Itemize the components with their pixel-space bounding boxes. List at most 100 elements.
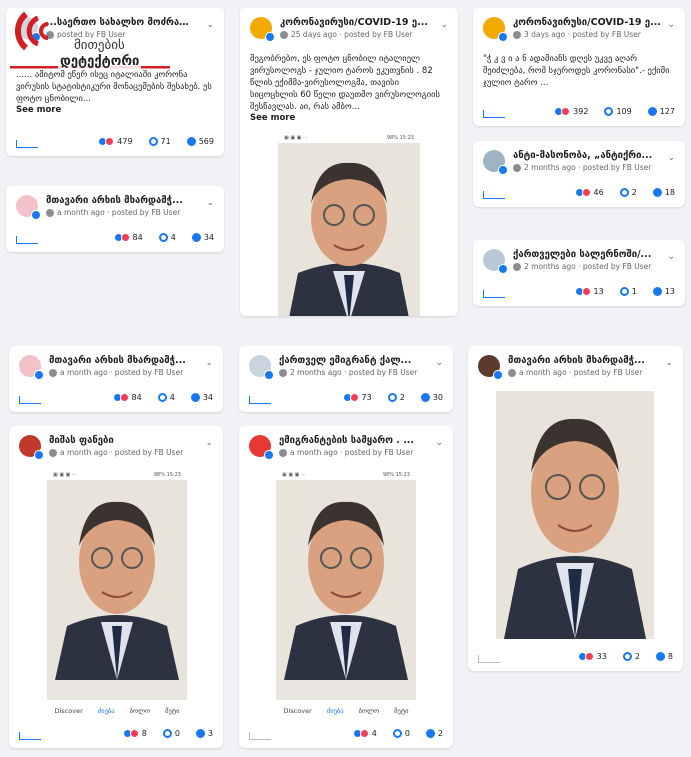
chevron-down-icon[interactable]: ⌄ [435, 358, 443, 368]
reactions-icon [577, 651, 594, 661]
post-photo[interactable] [496, 391, 654, 639]
share-icon [652, 286, 662, 296]
post-text: "ჭ კ ვ ი ა ნ ადამიანს დღეს უკვე აღარ შეი… [483, 54, 670, 88]
chevron-down-icon[interactable]: ⌄ [665, 358, 673, 368]
post-title[interactable]: მთავარი არხის მხარდამჭ... [49, 355, 199, 366]
comments-count: 4 [170, 232, 176, 242]
globe-icon [508, 368, 516, 377]
chevron-down-icon[interactable]: ⌄ [206, 198, 214, 208]
post-title[interactable]: მიშას ფანები [49, 435, 199, 446]
post-text: მეგობრებო, ეს ფოტო ცნობილ იტალიელ ვირუსო… [250, 54, 440, 112]
post-card[interactable]: მთავარი არხის მხარდამჭ... a month ago · … [468, 346, 683, 671]
logo-line-1: მითების [72, 38, 127, 53]
chevron-down-icon[interactable]: ⌄ [667, 153, 675, 163]
shares-count: 13 [664, 286, 675, 296]
post-card[interactable]: მიშას ფანები a month ago · posted by FB … [9, 426, 223, 748]
page-avatar[interactable] [483, 249, 508, 274]
page-avatar[interactable] [19, 355, 44, 380]
page-avatar[interactable] [249, 355, 274, 380]
phone-nav-discover: Discover [283, 707, 312, 715]
share-icon [191, 232, 201, 242]
post-stats: 33 2 8 [468, 647, 683, 665]
post-header: მიშას ფანები a month ago · posted by FB … [9, 426, 223, 461]
post-header: მთავარი არხის მხარდამჭ... a month ago · … [468, 346, 683, 381]
phone-status-bar: ▣ ▣ ▣ ··· 98% 15:23 [47, 470, 187, 480]
post-title[interactable]: ქართველები სალერნოში/... [513, 249, 663, 260]
chevron-down-icon[interactable]: ⌄ [440, 20, 448, 30]
post-card[interactable]: მთავარი არხის მხარდამჭ... a month ago · … [9, 346, 223, 412]
post-meta: a month ago · posted by FB User [508, 368, 673, 377]
globe-icon [513, 262, 521, 271]
share-icon [186, 136, 196, 146]
page-avatar[interactable] [483, 150, 508, 175]
post-card[interactable]: კორონავირუსი/COVID-19 ე... 25 days ago ·… [240, 8, 458, 316]
post-stats: 479 71 569 [6, 132, 224, 150]
see-more-link[interactable]: See more [6, 105, 224, 115]
globe-icon [280, 30, 288, 39]
facebook-icon [264, 370, 274, 380]
post-title[interactable]: კორონავირუსი/COVID-19 ე... [513, 17, 663, 28]
comment-icon [619, 187, 629, 197]
shares-count: 18 [664, 187, 675, 197]
post-photo[interactable]: ▣ ▣ ▣ ··· 98% 15:23 Discover ძიება ბოლო მ… [276, 470, 416, 722]
facebook-icon [31, 210, 41, 220]
post-title[interactable]: ქართველ ემიგრანტ ქალ... [279, 355, 429, 366]
chevron-down-icon[interactable]: ⌄ [206, 20, 214, 30]
post-card[interactable]: ემიგრანტების სამყარო . ... a month ago ·… [239, 426, 453, 748]
reactions-icon [554, 106, 571, 116]
post-title[interactable]: ემიგრანტების სამყარო . ... [279, 435, 429, 446]
reactions-icon [342, 392, 359, 402]
post-header: ქართველ ემიგრანტ ქალ... 2 months ago · p… [239, 346, 453, 381]
comment-icon [162, 728, 172, 738]
globe-icon [513, 163, 521, 172]
comment-icon [158, 232, 168, 242]
see-more-link[interactable]: See more [240, 113, 458, 123]
post-header: კორონავირუსი/COVID-19 ე... 25 days ago ·… [240, 8, 458, 43]
reactions-count: 84 [132, 232, 143, 242]
comments-count: 71 [160, 136, 171, 146]
facebook-icon [265, 32, 275, 42]
page-avatar[interactable] [250, 17, 275, 42]
post-card[interactable]: მთავარი არხის მხარდამჭ... a month ago · … [6, 186, 224, 252]
share-icon [655, 651, 665, 661]
post-card[interactable]: ქართველ ემიგრანტ ქალ... 2 months ago · p… [239, 346, 453, 412]
post-meta: a month ago · posted by FB User [49, 448, 213, 457]
post-title[interactable]: ანტი-მასონობა, „ანტიქრი... [513, 150, 663, 161]
reactions-icon [122, 728, 139, 738]
page-avatar[interactable] [478, 355, 503, 380]
post-photo[interactable]: ▣ ▣ ▣ ··· 98% 15:23 [278, 133, 420, 316]
post-title[interactable]: მთავარი არხის მხარდამჭ... [46, 195, 196, 206]
post-stats: 84 4 34 [6, 228, 224, 246]
post-meta: 25 days ago · posted by FB User [280, 30, 448, 39]
reactions-count: 73 [361, 392, 372, 402]
reactions-count: 13 [593, 286, 604, 296]
post-title[interactable]: კორონავირუსი/COVID-19 ე... [280, 17, 430, 28]
facebook-icon [34, 450, 44, 460]
chevron-down-icon[interactable]: ⌄ [667, 20, 675, 30]
comment-icon [387, 392, 397, 402]
chevron-down-icon[interactable]: ⌄ [205, 358, 213, 368]
comments-count: 4 [169, 392, 175, 402]
post-header: კორონავირუსი/COVID-19 ე... 3 days ago · … [473, 8, 685, 43]
post-card[interactable]: ანტი-მასონობა, „ანტიქრი... 2 months ago … [473, 141, 685, 207]
post-card[interactable]: კორონავირუსი/COVID-19 ე... 3 days ago · … [473, 8, 685, 126]
post-photo[interactable]: ▣ ▣ ▣ ··· 98% 15:23 Discover ძიება ბოლო მ… [47, 470, 187, 722]
page-avatar[interactable] [483, 17, 508, 42]
phone-status-bar: ▣ ▣ ▣ ··· 98% 15:23 [276, 470, 416, 480]
chevron-down-icon[interactable]: ⌄ [205, 438, 213, 448]
post-meta: a month ago · posted by FB User [46, 208, 214, 217]
post-card[interactable]: ქართველები სალერნოში/... 2 months ago · … [473, 240, 685, 306]
reactions-icon [112, 392, 129, 402]
globe-icon [49, 448, 57, 457]
chevron-down-icon[interactable]: ⌄ [667, 252, 675, 262]
page-avatar[interactable] [16, 195, 41, 220]
post-stats: 46 2 18 [473, 183, 685, 201]
chevron-down-icon[interactable]: ⌄ [435, 438, 443, 448]
post-header: მთავარი არხის მხარდამჭ... a month ago · … [6, 186, 224, 221]
phone-nav-more: მეტი [394, 707, 409, 715]
post-title[interactable]: მთავარი არხის მხარდამჭ... [508, 355, 658, 366]
reactions-count: 479 [117, 136, 133, 146]
page-avatar[interactable] [19, 435, 44, 460]
post-stats: 8 0 3 [9, 724, 223, 742]
page-avatar[interactable] [249, 435, 274, 460]
